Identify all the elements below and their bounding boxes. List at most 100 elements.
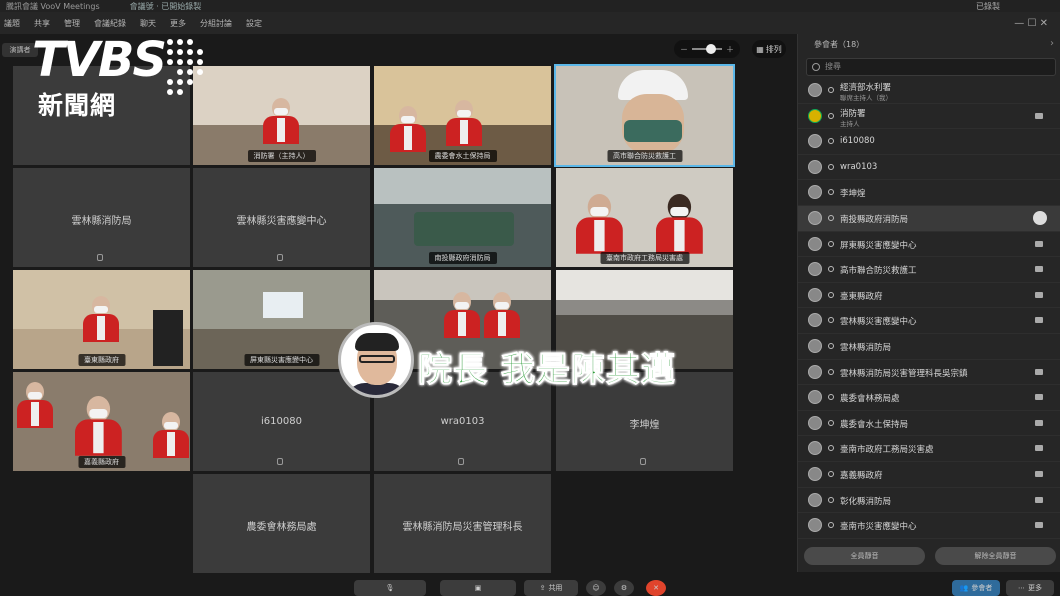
avatar [808,518,822,533]
reactions-button[interactable]: ☺ [586,580,606,596]
share-label: 共用 [548,584,563,592]
zoom-slider[interactable]: － ＋ [674,40,740,58]
layout-button[interactable]: ▦ 排列 [752,40,786,58]
participants-panel: 參會者（18） › 搜尋 經濟部水利署 聯席主持人（我） 消防署 主持人 i61… [797,34,1060,572]
camera-icon[interactable] [1035,445,1043,452]
video-tile[interactable]: 雲林縣災害應變中心 [193,168,370,267]
participant-row[interactable]: i610080 [798,129,1060,155]
leave-button[interactable]: ✕ [646,580,666,596]
settings-button[interactable]: ⚙ [614,580,634,596]
mute-all-button[interactable]: 全員靜音 [804,547,925,565]
panel-title: 參會者（18） [814,40,865,49]
participant-list: 經濟部水利署 聯席主持人（我） 消防署 主持人 i610080 wra0103 … [798,78,1060,539]
participant-name: 彰化縣消防局 [840,496,892,507]
participant-row[interactable]: 屏東縣災害應變中心 [798,232,1060,258]
gear-icon: ⚙ [620,584,628,592]
menu-item-chat[interactable]: 聊天 [140,18,156,29]
tile-caption: 高市聯合防災救護工 [607,150,682,162]
video-tile[interactable]: 臺東縣政府 [13,270,190,369]
video-tile[interactable]: 雲林縣消防局 [13,168,190,267]
menu-item-share[interactable]: 共享 [34,18,50,29]
menu-item-settings[interactable]: 設定 [246,18,262,29]
camera-icon[interactable] [1035,522,1043,529]
participant-search-input[interactable]: 搜尋 [806,58,1056,76]
camera-icon[interactable] [1035,317,1043,324]
people-icon: 👥 [959,584,969,592]
camera-icon[interactable] [1035,112,1043,119]
tile-name: 雲林縣災害應變中心 [236,216,327,227]
bottom-toolbar: 🎙 ▣ ⇪ 共用 ☺ ⚙ ✕ 👥 參會者 ⋯ 更多 [0,576,1060,596]
participant-row[interactable]: 嘉義縣政府 [798,462,1060,488]
share-icon: ⇪ [539,584,546,592]
participant-row[interactable]: wra0103 [798,155,1060,181]
participant-row[interactable]: 李坤煌 [798,180,1060,206]
camera-icon[interactable] [1035,291,1043,298]
participant-name: 屏東縣災害應變中心 [840,240,917,251]
video-tile[interactable]: 雲林縣消防局災害管理科長 [374,474,551,573]
tile-caption: 農委會水土保持局 [428,150,497,162]
participant-row[interactable]: 高市聯合防災救護工 [798,257,1060,283]
camera-icon[interactable] [1035,419,1043,426]
participant-figure [263,98,299,144]
more-options-icon[interactable] [1033,210,1047,225]
menu-item-breakout[interactable]: 分組討論 [200,18,232,29]
video-button[interactable]: ▣ [440,580,516,596]
tile-name: 李坤煌 [629,420,660,431]
participant-name: 雲林縣災害應變中心 [840,317,917,328]
tile-name: wra0103 [440,416,485,427]
video-tile[interactable]: 消防署（主持人） [193,66,370,165]
scene-screen [263,292,303,318]
participant-row[interactable]: 經濟部水利署 聯席主持人（我） [798,78,1060,104]
participant-row[interactable]: 雲林縣消防局 [798,334,1060,360]
tile-caption: 南投縣政府消防局 [428,252,497,264]
logo-wordmark: TVBS [32,32,167,88]
collapse-icon[interactable]: › [1050,38,1054,49]
participant-row[interactable]: 雲林縣消防局災害管理科長吳宗鎮 [798,360,1060,386]
participant-row[interactable]: 臺東縣政府 [798,283,1060,309]
more-button[interactable]: ⋯ 更多 [1006,580,1054,596]
menu-item-minutes[interactable]: 會議紀錄 [94,18,126,29]
camera-icon[interactable] [1035,496,1043,503]
video-tile[interactable]: 嘉義縣政府 [13,372,190,471]
zoom-knob[interactable] [706,44,716,54]
participant-row[interactable]: 農委會林務局處 [798,385,1060,411]
participant-row[interactable]: 南投縣政府消防局 [798,205,1060,232]
participant-figure [83,296,119,342]
participant-row[interactable]: 消防署 主持人 [798,104,1060,130]
menu-item-manage[interactable]: 管理 [64,18,80,29]
share-button[interactable]: ⇪ 共用 [524,580,578,596]
unmute-all-button[interactable]: 解除全員靜音 [935,547,1056,565]
mic-icon [277,458,283,465]
camera-icon[interactable] [1035,394,1043,401]
camera-icon[interactable] [1035,368,1043,375]
participant-figure [75,396,122,456]
participant-row[interactable]: 雲林縣災害應變中心 [798,308,1060,334]
zoom-track [692,44,722,54]
video-tile[interactable]: 農委會林務局處 [193,474,370,573]
search-icon [812,63,820,71]
camera-icon[interactable] [1035,240,1043,247]
camera-icon[interactable] [1035,266,1043,273]
video-tile-active-speaker[interactable]: 高市聯合防災救護工 [554,64,735,167]
grid-icon: ▦ [756,44,764,54]
participant-row[interactable]: 臺南市政府工務局災害處 [798,436,1060,462]
video-tile[interactable]: 臺南市政府工務局災害處 [556,168,733,267]
participant-figure [390,106,426,152]
tile-caption: 臺南市政府工務局災害處 [600,252,689,264]
video-tile[interactable]: 南投縣政府消防局 [374,168,551,267]
participant-name: i610080 [840,136,875,147]
window-controls[interactable]: — ☐ ✕ [1014,18,1048,29]
participant-role: 主持人 [840,119,860,128]
video-tile[interactable]: 農委會水土保持局 [374,66,551,165]
menu-item-agenda[interactable]: 議題 [4,18,20,29]
participant-row[interactable]: 彰化縣消防局 [798,488,1060,514]
layout-label: 排列 [765,44,782,54]
participants-button[interactable]: 👥 參會者 [952,580,1000,596]
menu-item-more[interactable]: 更多 [170,18,186,29]
avatar [808,210,822,225]
participant-row[interactable]: 臺南市災害應變中心 [798,513,1060,539]
camera-icon[interactable] [1035,470,1043,477]
mic-button[interactable]: 🎙 [354,580,426,596]
tile-name: 雲林縣消防局 [71,216,132,227]
participant-row[interactable]: 農委會水土保持局 [798,411,1060,437]
